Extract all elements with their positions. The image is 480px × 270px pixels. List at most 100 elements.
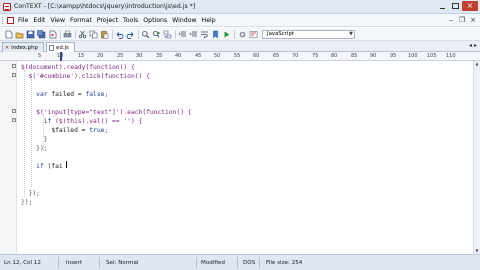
- line-endings[interactable]: DOS: [243, 260, 255, 266]
- window-title: ConTEXT - [C:\xampp\htdocs\jquery\introd…: [14, 3, 196, 10]
- doc-restore-icon[interactable]: ❐: [458, 16, 466, 24]
- save-all-icon[interactable]: [37, 30, 46, 39]
- vertical-scrollbar[interactable]: ▲ ▼: [473, 61, 480, 254]
- ruler-label: 95: [390, 53, 397, 59]
- code-line: $('#combine').click(function() {: [21, 72, 150, 81]
- toolbar-separator: [234, 30, 235, 39]
- tab-scroll-right-icon[interactable]: ▸: [474, 42, 477, 49]
- code-token: ;: [104, 127, 109, 134]
- code-token: });: [21, 199, 33, 206]
- new-icon[interactable]: [4, 30, 13, 39]
- code-token: $('input[type="text"]').each(function() …: [21, 109, 192, 116]
- menu-view[interactable]: View: [50, 17, 65, 24]
- ruler-label: 80: [331, 53, 338, 59]
- toolbar-separator: [175, 30, 176, 39]
- editor-gutter: - - - -: [0, 61, 17, 254]
- minimize-button[interactable]: [436, 1, 448, 11]
- code-token: true: [89, 127, 105, 134]
- insert-mode[interactable]: Insert: [66, 260, 82, 266]
- menu-project[interactable]: Project: [97, 17, 118, 24]
- fold-toggle-icon[interactable]: -: [12, 118, 16, 122]
- tab-ed-js[interactable]: ed.js: [46, 42, 75, 52]
- status-separator: [196, 257, 197, 268]
- language-select-value: JavaScript: [267, 31, 295, 37]
- code-line: });: [21, 189, 40, 198]
- chevron-down-icon: ▼: [349, 31, 353, 37]
- document-menu-icon[interactable]: [7, 17, 14, 24]
- code-line: });: [21, 198, 32, 207]
- replace-icon[interactable]: [163, 30, 172, 39]
- code-token: });: [21, 145, 48, 152]
- menu-file[interactable]: File: [18, 17, 28, 24]
- code-line: $('input[type="text"]').each(function() …: [21, 108, 192, 117]
- ruler-label: 5: [38, 53, 42, 59]
- fold-toggle-icon[interactable]: -: [12, 109, 16, 113]
- menu-format[interactable]: Format: [70, 17, 92, 24]
- menu-tools[interactable]: Tools: [123, 17, 138, 24]
- open-icon[interactable]: [15, 30, 24, 39]
- code-editor[interactable]: $(document).ready(function() { $('#combi…: [17, 61, 473, 254]
- copy-icon[interactable]: [89, 30, 98, 39]
- save-icon[interactable]: [26, 30, 35, 39]
- status-separator: [237, 257, 238, 268]
- menu-window[interactable]: Window: [172, 17, 196, 24]
- run-icon[interactable]: [222, 30, 231, 39]
- status-separator: [58, 257, 59, 268]
- scroll-up-icon[interactable]: ▲: [474, 61, 480, 67]
- doc-close-icon[interactable]: ×: [469, 16, 477, 24]
- maximize-button[interactable]: [449, 1, 461, 11]
- ruler-label: 10: [57, 53, 64, 59]
- code-line: $failed = true;: [21, 126, 108, 135]
- highlighter-icon[interactable]: [249, 30, 258, 39]
- tab-scroll-left-icon[interactable]: ◂: [469, 42, 472, 49]
- code-line: if ($(this).val() == '') {: [21, 117, 143, 126]
- column-ruler: 5 10 15 20 25 30 35 40 45 50 55 60 65 70…: [0, 52, 480, 61]
- menu-options[interactable]: Options: [143, 17, 167, 24]
- menu-edit[interactable]: Edit: [33, 17, 45, 24]
- ruler-label: 30: [136, 53, 143, 59]
- code-token: $failed =: [21, 127, 90, 134]
- file-tabs: ✕ index.php ed.js ◂ ▸: [0, 41, 480, 52]
- doc-minimize-icon[interactable]: –: [447, 16, 455, 24]
- toolbar-separator: [75, 30, 76, 39]
- ruler-label: 45: [195, 53, 202, 59]
- fold-toggle-icon[interactable]: -: [12, 64, 16, 68]
- print-icon[interactable]: [63, 30, 72, 39]
- cut-icon[interactable]: [78, 30, 87, 39]
- code-line: if (fai: [21, 162, 63, 171]
- code-token: });: [21, 190, 40, 197]
- fold-toggle-icon[interactable]: -: [12, 73, 16, 77]
- document-window-controls: – ❐ ×: [447, 16, 477, 24]
- word-wrap-icon[interactable]: [200, 30, 209, 39]
- undo-icon[interactable]: [115, 30, 124, 39]
- close-tab-icon[interactable]: ✕: [5, 44, 9, 52]
- language-select[interactable]: JavaScript ▼: [262, 30, 355, 39]
- outdent-icon[interactable]: [189, 30, 198, 39]
- code-line: });: [21, 144, 48, 153]
- toolbar-separator: [138, 30, 139, 39]
- bookmark-icon[interactable]: [211, 30, 220, 39]
- paste-icon[interactable]: [100, 30, 109, 39]
- selection-mode[interactable]: Sel: Normal: [106, 260, 138, 266]
- ruler-label: 85: [351, 53, 358, 59]
- code-line: }: [21, 135, 48, 144]
- find-icon[interactable]: [141, 30, 150, 39]
- cursor-position: Ln 12, Col 12: [4, 260, 41, 266]
- code-token: $(document).ready(function() {: [21, 64, 135, 71]
- code-line: var failed = false;: [21, 90, 108, 99]
- app-icon: [3, 3, 11, 11]
- ruler-label: 110: [446, 53, 456, 59]
- tab-index-php[interactable]: ✕ index.php: [2, 42, 44, 52]
- title-bar: ConTEXT - [C:\xampp\htdocs\jquery\introd…: [0, 0, 480, 14]
- ruler-label: 55: [234, 53, 241, 59]
- close-button[interactable]: [462, 1, 478, 11]
- settings-icon[interactable]: [238, 30, 247, 39]
- redo-icon[interactable]: [126, 30, 135, 39]
- modified-indicator: Modified: [201, 260, 225, 266]
- close-file-icon[interactable]: [48, 30, 57, 39]
- menu-help[interactable]: Help: [202, 17, 216, 24]
- indent-icon[interactable]: [178, 30, 187, 39]
- find-next-icon[interactable]: [152, 30, 161, 39]
